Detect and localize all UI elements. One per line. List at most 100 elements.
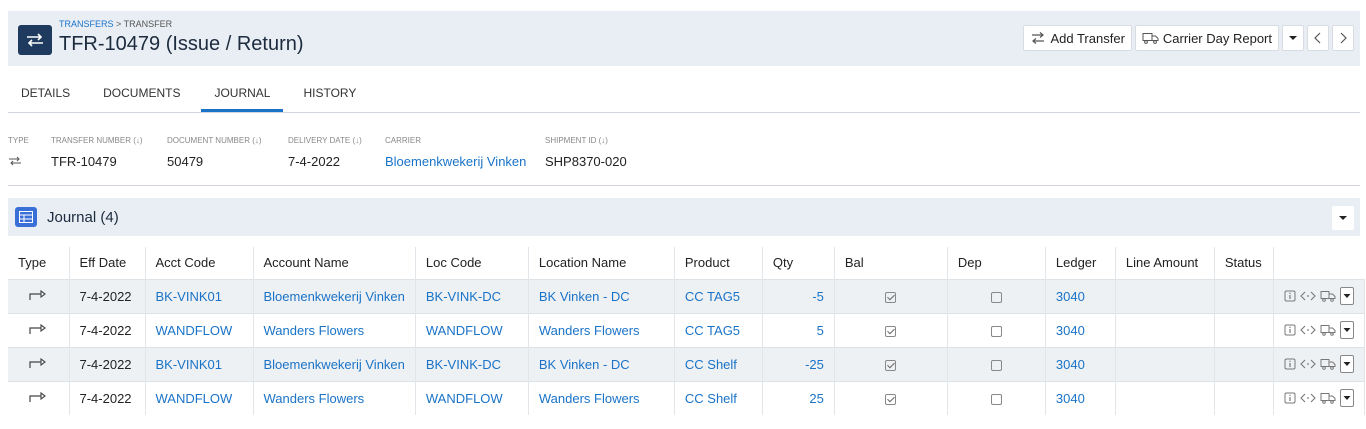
truck-icon[interactable] bbox=[1320, 358, 1336, 370]
cell-location-name[interactable]: BK Vinken - DC bbox=[528, 346, 675, 381]
carrier-day-report-button[interactable]: Carrier Day Report bbox=[1134, 25, 1279, 51]
dep-checkbox[interactable] bbox=[990, 393, 1002, 405]
cell-eff-date: 7-4-2022 bbox=[69, 380, 146, 415]
cell-ledger[interactable]: 3040 bbox=[1045, 380, 1116, 415]
breadcrumb-current: TRANSFER bbox=[123, 19, 173, 29]
cell-row-actions bbox=[1273, 346, 1365, 381]
truck-icon[interactable] bbox=[1320, 290, 1336, 302]
cell-location-name[interactable]: BK Vinken - DC bbox=[528, 278, 675, 313]
col-loc-code[interactable]: Loc Code bbox=[415, 247, 529, 279]
col-dep[interactable]: Dep bbox=[947, 247, 1046, 279]
truck-icon[interactable] bbox=[1320, 324, 1336, 336]
breadcrumb-transfers-link[interactable]: TRANSFERS bbox=[59, 19, 114, 29]
cell-account-name[interactable]: Bloemenkwekerij Vinken bbox=[253, 278, 416, 313]
cell-qty[interactable]: -25 bbox=[762, 346, 835, 381]
journal-options-dropdown[interactable] bbox=[1332, 206, 1354, 230]
caret-down-icon bbox=[1343, 328, 1351, 332]
table-row: 7-4-2022 WANDFLOW Wanders Flowers WANDFL… bbox=[8, 312, 1365, 347]
info-icon[interactable] bbox=[1284, 324, 1296, 336]
col-type[interactable]: Type bbox=[8, 247, 70, 279]
cell-location-name[interactable]: Wanders Flowers bbox=[528, 312, 675, 347]
caret-down-icon bbox=[1343, 396, 1351, 401]
code-icon[interactable] bbox=[1300, 358, 1316, 370]
cell-location-name[interactable]: Wanders Flowers bbox=[528, 380, 675, 415]
cell-product[interactable]: CC TAG5 bbox=[674, 278, 763, 313]
cell-product[interactable]: CC Shelf bbox=[674, 346, 763, 381]
code-icon[interactable] bbox=[1300, 324, 1316, 336]
shipment-id-value: SHP8370-020 bbox=[545, 154, 627, 169]
cell-loc-code[interactable]: WANDFLOW bbox=[415, 380, 529, 415]
cell-acct-code[interactable]: WANDFLOW bbox=[145, 312, 254, 347]
row-actions-dropdown[interactable] bbox=[1339, 321, 1354, 339]
cell-ledger[interactable]: 3040 bbox=[1045, 278, 1116, 313]
cell-account-name[interactable]: Bloemenkwekerij Vinken bbox=[253, 346, 416, 381]
previous-button[interactable] bbox=[1307, 25, 1329, 51]
tab-journal[interactable]: JOURNAL bbox=[201, 84, 284, 112]
delivery-date-value: 7-4-2022 bbox=[288, 154, 341, 169]
carrier-link[interactable]: Bloemenkwekerij Vinken bbox=[385, 154, 526, 169]
tab-history[interactable]: HISTORY bbox=[283, 84, 369, 112]
cell-product[interactable]: CC TAG5 bbox=[674, 312, 763, 347]
info-icon[interactable] bbox=[1284, 392, 1296, 404]
info-icon[interactable] bbox=[1284, 290, 1296, 302]
table-header-row: Type Eff Date Acct Code Account Name Loc… bbox=[8, 247, 1364, 279]
row-actions-dropdown[interactable] bbox=[1339, 355, 1354, 373]
dep-checkbox[interactable] bbox=[990, 325, 1002, 337]
code-icon[interactable] bbox=[1300, 290, 1316, 302]
row-actions-dropdown[interactable] bbox=[1339, 287, 1354, 305]
cell-account-name[interactable]: Wanders Flowers bbox=[253, 380, 416, 415]
field-carrier: CARRIER Bloemenkwekerij Vinken bbox=[385, 136, 526, 169]
col-qty[interactable]: Qty bbox=[762, 247, 835, 279]
journal-section-header: Journal (4) bbox=[8, 198, 1360, 236]
row-type-icon bbox=[8, 312, 70, 347]
truck-icon[interactable] bbox=[1320, 392, 1336, 405]
swap-arrows-icon bbox=[1032, 32, 1045, 44]
journal-table: Type Eff Date Acct Code Account Name Loc… bbox=[8, 247, 1365, 415]
bal-checkbox[interactable] bbox=[885, 359, 897, 371]
tab-documents[interactable]: DOCUMENTS bbox=[83, 84, 193, 112]
cell-loc-code[interactable]: BK-VINK-DC bbox=[415, 346, 529, 381]
cell-acct-code[interactable]: BK-VINK01 bbox=[145, 346, 254, 381]
next-button[interactable] bbox=[1332, 25, 1354, 51]
info-icon[interactable] bbox=[1284, 358, 1296, 370]
dep-checkbox[interactable] bbox=[990, 291, 1002, 303]
cell-qty[interactable]: 5 bbox=[762, 312, 835, 347]
cell-status bbox=[1214, 278, 1274, 313]
col-acct-code[interactable]: Acct Code bbox=[145, 247, 254, 279]
field-type: TYPE bbox=[8, 136, 29, 169]
bal-checkbox[interactable] bbox=[885, 393, 897, 405]
journal-title-text: Journal bbox=[47, 209, 97, 226]
cell-dep bbox=[947, 312, 1046, 347]
bal-checkbox[interactable] bbox=[885, 291, 897, 303]
bal-checkbox[interactable] bbox=[885, 325, 897, 337]
col-line-amount[interactable]: Line Amount bbox=[1115, 247, 1215, 279]
caret-down-icon bbox=[1343, 362, 1351, 366]
carrier-day-report-label: Carrier Day Report bbox=[1162, 30, 1272, 46]
col-location-name[interactable]: Location Name bbox=[528, 247, 675, 279]
col-product[interactable]: Product bbox=[674, 247, 763, 279]
more-actions-dropdown[interactable] bbox=[1282, 25, 1304, 51]
cell-account-name[interactable]: Wanders Flowers bbox=[253, 312, 416, 347]
col-bal[interactable]: Bal bbox=[834, 247, 948, 279]
cell-ledger[interactable]: 3040 bbox=[1045, 312, 1116, 347]
col-eff-date[interactable]: Eff Date bbox=[69, 247, 146, 279]
chevron-left-icon bbox=[1314, 32, 1321, 44]
cell-loc-code[interactable]: WANDFLOW bbox=[415, 312, 529, 347]
add-transfer-button[interactable]: Add Transfer bbox=[1023, 25, 1132, 51]
col-ledger[interactable]: Ledger bbox=[1045, 247, 1116, 279]
chevron-right-icon bbox=[1340, 32, 1347, 44]
cell-product[interactable]: CC Shelf bbox=[674, 380, 763, 415]
cell-bal bbox=[834, 380, 948, 415]
cell-loc-code[interactable]: BK-VINK-DC bbox=[415, 278, 529, 313]
cell-qty[interactable]: 25 bbox=[762, 380, 835, 415]
code-icon[interactable] bbox=[1300, 392, 1316, 404]
cell-ledger[interactable]: 3040 bbox=[1045, 346, 1116, 381]
col-status[interactable]: Status bbox=[1214, 247, 1274, 279]
dep-checkbox[interactable] bbox=[990, 359, 1002, 371]
cell-acct-code[interactable]: BK-VINK01 bbox=[145, 278, 254, 313]
col-account-name[interactable]: Account Name bbox=[253, 247, 416, 279]
cell-qty[interactable]: -5 bbox=[762, 278, 835, 313]
tab-details[interactable]: DETAILS bbox=[8, 84, 83, 112]
cell-acct-code[interactable]: WANDFLOW bbox=[145, 380, 254, 415]
row-actions-dropdown[interactable] bbox=[1339, 389, 1354, 408]
